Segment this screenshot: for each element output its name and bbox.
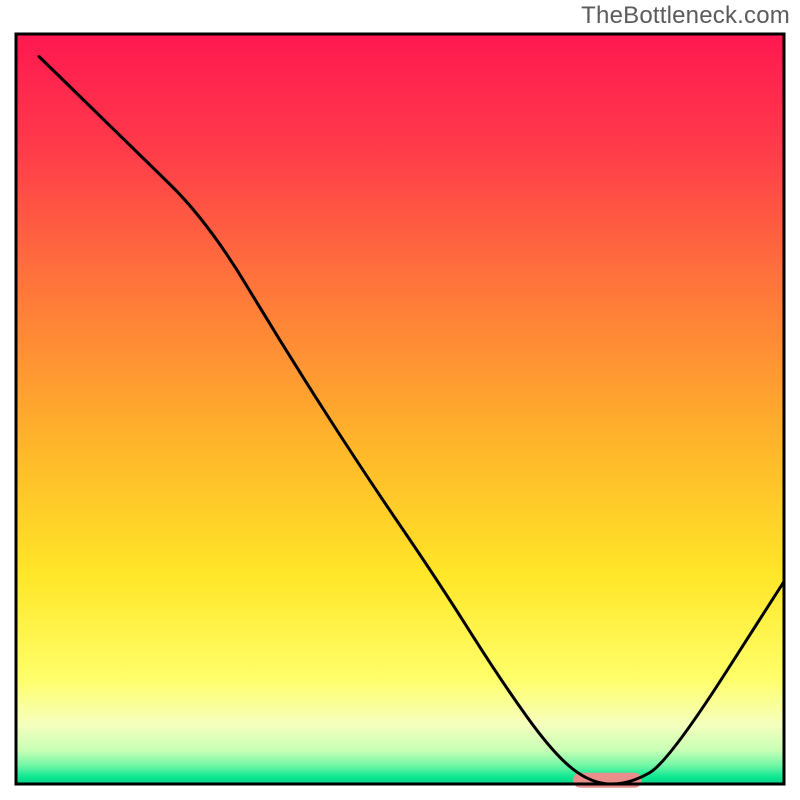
chart-canvas: [0, 0, 800, 800]
chart-container: TheBottleneck.com: [0, 0, 800, 800]
plot-area: [16, 34, 784, 788]
watermark-label: TheBottleneck.com: [581, 2, 790, 30]
